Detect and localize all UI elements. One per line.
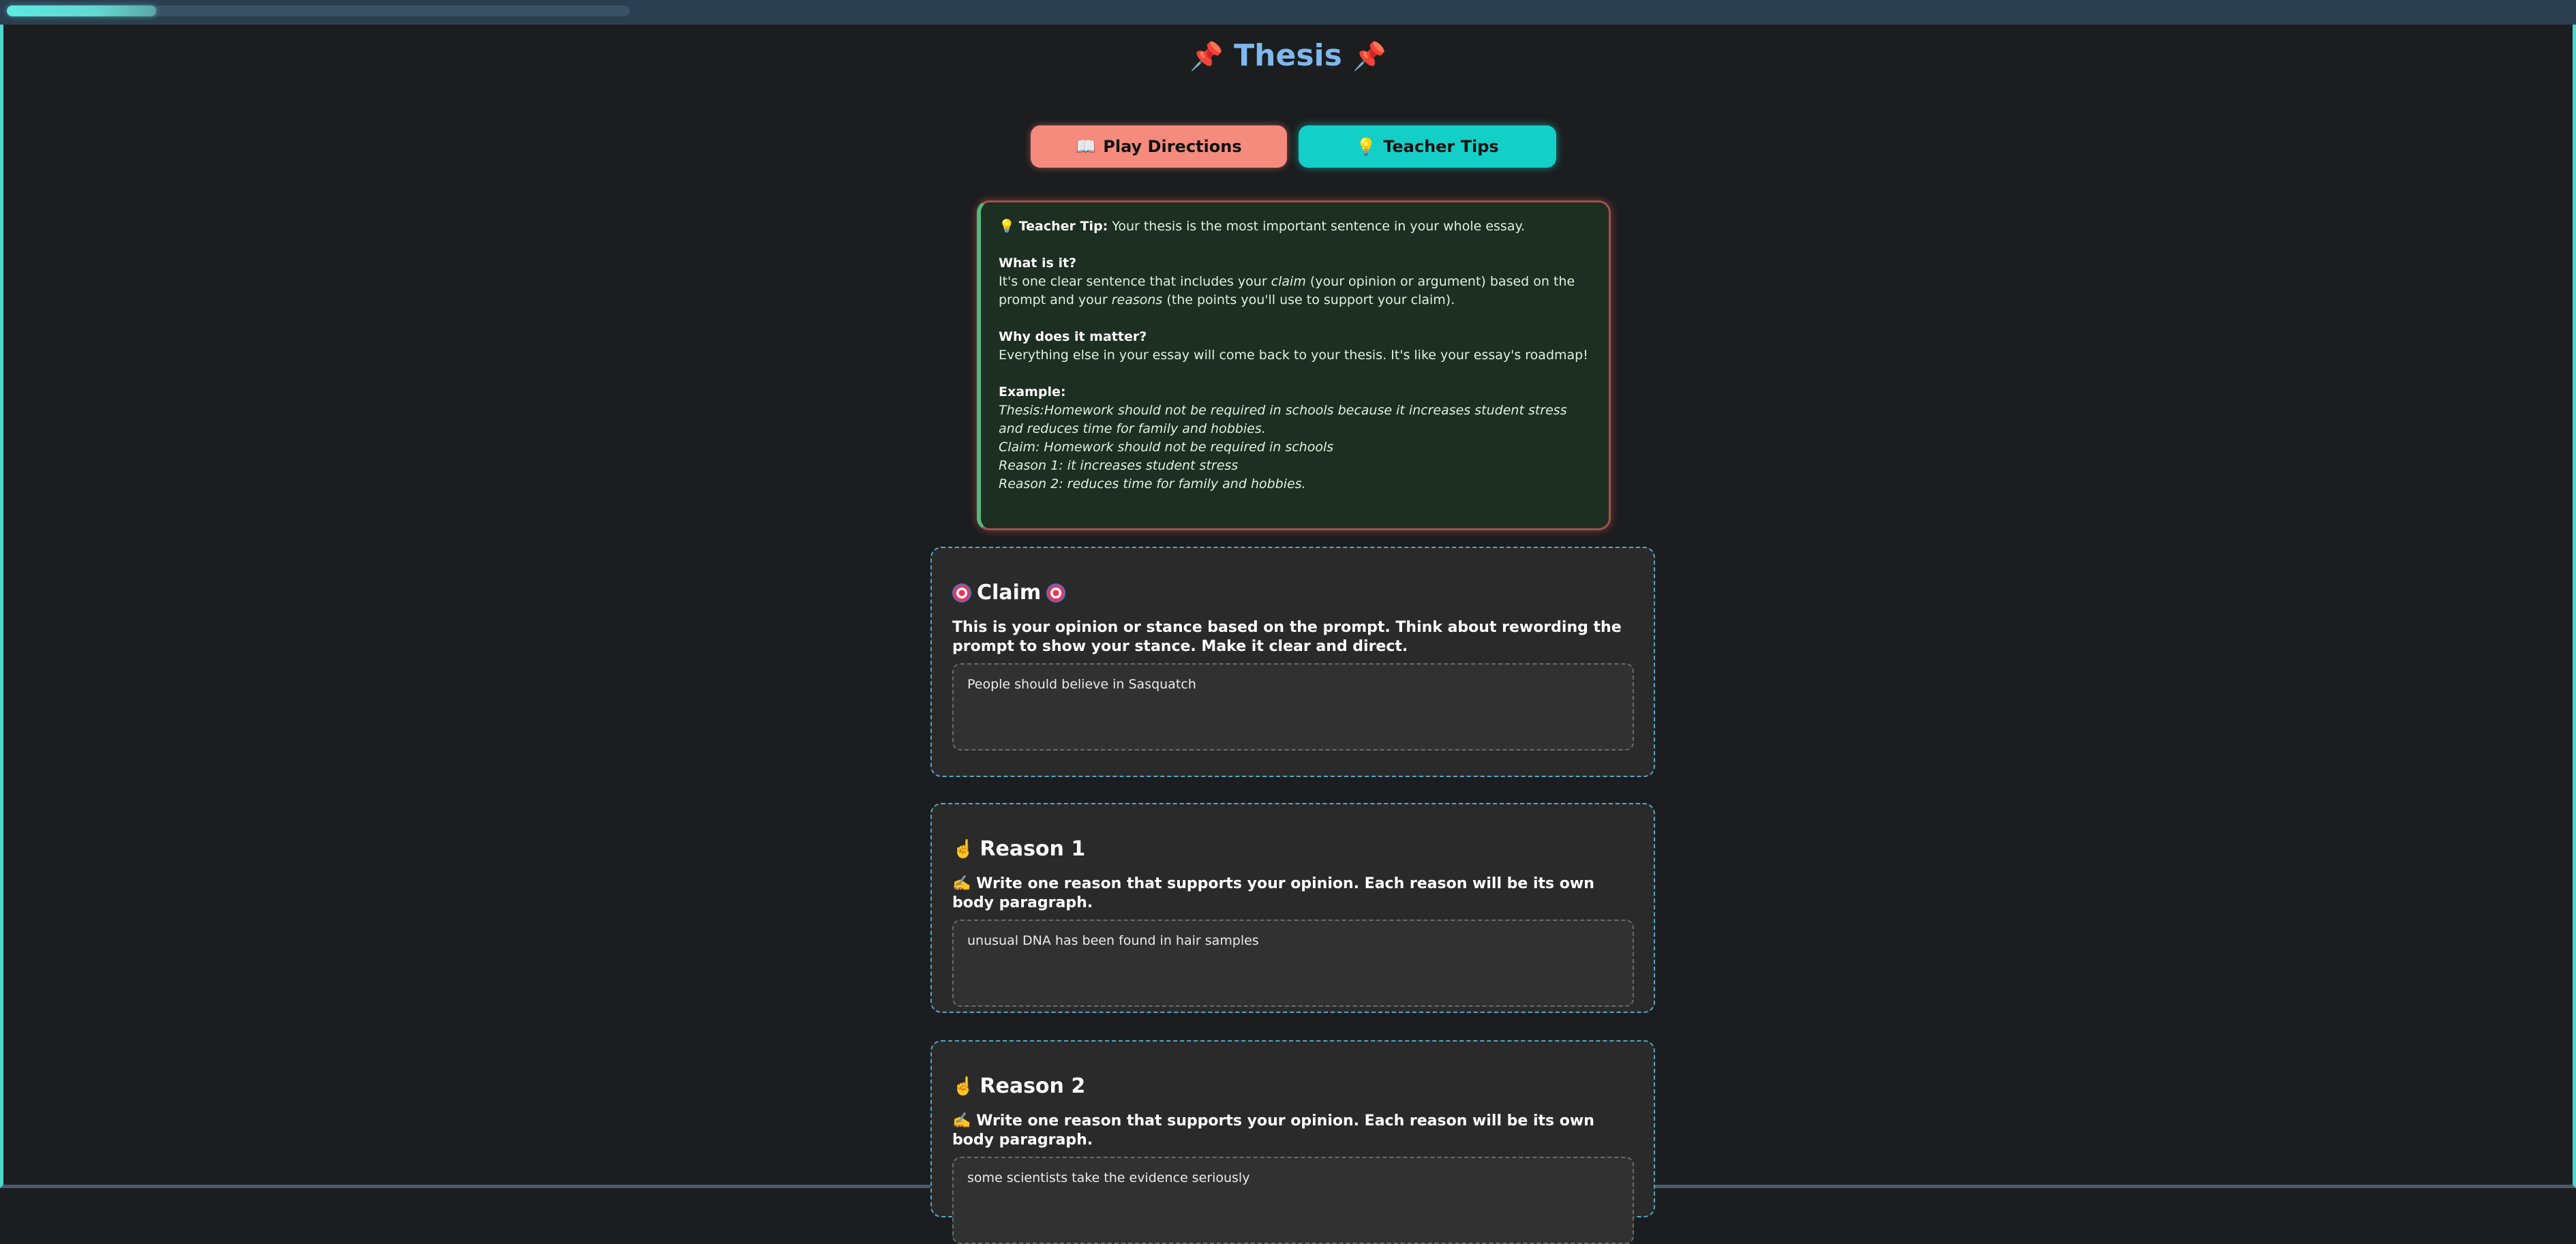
book-icon: 📖 <box>1076 137 1097 156</box>
claim-title: Claim <box>952 581 1633 605</box>
reason-1-title-text: Reason 1 <box>980 837 1086 861</box>
what-reasons-word: reasons <box>1111 292 1163 307</box>
reason-2-title: ☝️ Reason 2 <box>952 1074 1633 1098</box>
target-icon <box>952 583 971 603</box>
claim-title-text: Claim <box>977 581 1042 605</box>
why-heading: Why does it matter? <box>999 329 1147 344</box>
what-claim-word: claim <box>1271 274 1306 289</box>
play-directions-button[interactable]: 📖 Play Directions <box>1031 125 1287 168</box>
example-thesis: Thesis:Homework should not be required i… <box>999 403 1567 436</box>
page-title: 📌 Thesis 📌 <box>3 38 2573 73</box>
why-text: Everything else in your essay will come … <box>999 348 1588 363</box>
claim-description: This is your opinion or stance based on … <box>952 619 1622 655</box>
tip-lead-label: Teacher Tip: <box>1018 219 1108 234</box>
tip-lead-text: Your thesis is the most important senten… <box>1108 219 1526 234</box>
reason-2-description: ✍️ Write one reason that supports your o… <box>952 1112 1633 1150</box>
lightbulb-icon: 💡 <box>1356 137 1377 156</box>
progress-fill <box>7 5 157 16</box>
top-progress-bar <box>0 0 2576 25</box>
example-claim: Claim: Homework should not be required i… <box>999 440 1334 455</box>
progress-track <box>7 5 630 16</box>
reason-2-input[interactable]: some scientists take the evidence seriou… <box>952 1157 1634 1244</box>
what-text-3: (the points you'll use to support your c… <box>1162 292 1455 307</box>
pushpin-icon: 📌 <box>1189 41 1224 72</box>
lightbulb-icon: 💡 <box>999 219 1015 234</box>
example-reason-1: Reason 1: it increases student stress <box>999 458 1239 473</box>
example-reason-2: Reason 2: reduces time for family and ho… <box>999 476 1306 491</box>
what-text-1: It's one clear sentence that includes yo… <box>999 274 1271 289</box>
reason-2-title-text: Reason 2 <box>980 1074 1086 1098</box>
reason-1-title: ☝️ Reason 1 <box>952 837 1633 861</box>
claim-card: Claim This is your opinion or stance bas… <box>930 547 1655 777</box>
reason-1-input[interactable]: unusual DNA has been found in hair sampl… <box>952 920 1634 1007</box>
pointing-up-icon: ☝️ <box>952 838 975 860</box>
example-heading: Example: <box>999 384 1066 399</box>
claim-input[interactable]: People should believe in Sasquatch <box>952 663 1634 750</box>
writing-hand-icon: ✍️ <box>952 875 971 892</box>
what-text: It's one clear sentence that includes yo… <box>999 273 1591 309</box>
reason-2-description-text: Write one reason that supports your opin… <box>952 1112 1594 1149</box>
play-directions-label: Play Directions <box>1103 137 1242 156</box>
teacher-tips-label: Teacher Tips <box>1383 137 1499 156</box>
what-heading: What is it? <box>999 256 1077 271</box>
reason-1-card: ☝️ Reason 1 ✍️ Write one reason that sup… <box>930 803 1655 1013</box>
reason-2-card: ☝️ Reason 2 ✍️ Write one reason that sup… <box>930 1040 1655 1244</box>
pushpin-icon: 📌 <box>1352 41 1387 72</box>
page-container: 📌 Thesis 📌 📖 Play Directions 💡 Teacher T… <box>0 25 2576 1244</box>
teacher-tips-button[interactable]: 💡 Teacher Tips <box>1299 125 1556 168</box>
teacher-tip-panel: 💡 Teacher Tip: Your thesis is the most i… <box>977 200 1611 530</box>
page-title-text: Thesis <box>1234 38 1342 73</box>
target-icon <box>1046 583 1066 603</box>
writing-hand-icon: ✍️ <box>952 1112 971 1129</box>
tip-lead: 💡 Teacher Tip: Your thesis is the most i… <box>999 217 1591 236</box>
pointing-up-icon: ☝️ <box>952 1076 975 1097</box>
reason-1-description: ✍️ Write one reason that supports your o… <box>952 875 1633 913</box>
reason-1-description-text: Write one reason that supports your opin… <box>952 875 1594 911</box>
